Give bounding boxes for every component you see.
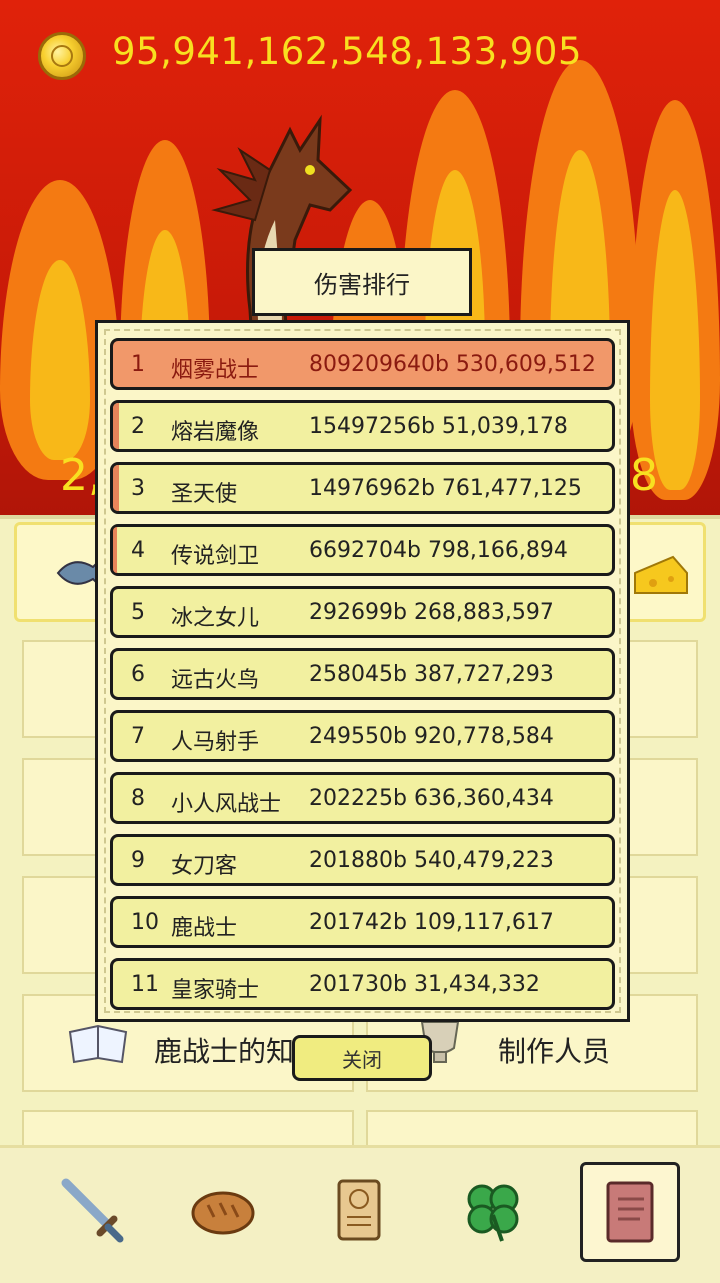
credits-label: 制作人员: [498, 1035, 611, 1068]
row-rank: 1: [131, 352, 145, 377]
row-name: 传说剑卫: [171, 544, 260, 569]
ranking-row[interactable]: 7 人马射手 249550b 920,778,584: [110, 710, 615, 762]
row-rank: 2: [131, 414, 145, 439]
background-number-right: 8: [630, 450, 658, 501]
open-book-icon: [68, 1024, 128, 1064]
row-damage: 201742b 109,117,617: [309, 910, 554, 935]
row-rank: 4: [131, 538, 145, 563]
row-damage: 249550b 920,778,584: [309, 724, 554, 749]
row-name: 女刀客: [171, 854, 238, 879]
row-damage: 201880b 540,479,223: [309, 848, 554, 873]
menu-tile-3[interactable]: [22, 758, 102, 856]
ranking-row[interactable]: 2 熔岩魔像 15497256b 51,039,178: [110, 400, 615, 452]
row-name: 远古火鸟: [171, 668, 260, 693]
ranking-row[interactable]: 5 冰之女儿 292699b 268,883,597: [110, 586, 615, 638]
row-rank: 8: [131, 786, 145, 811]
row-name: 小人风战士: [171, 792, 282, 817]
row-rank: 7: [131, 724, 145, 749]
close-button[interactable]: 关闭: [292, 1035, 432, 1081]
dialog-title: 伤害排行: [252, 248, 472, 316]
row-damage: 809209640b 530,609,512: [309, 352, 596, 377]
sword-icon: [61, 1178, 124, 1243]
menu-tile-4[interactable]: [628, 758, 698, 856]
row-rank: 11: [131, 972, 159, 997]
row-name: 人马射手: [171, 730, 260, 755]
row-rank: 5: [131, 600, 145, 625]
menu-tile-8[interactable]: [366, 1110, 698, 1150]
book-icon: [606, 1181, 654, 1243]
menu-tile-7[interactable]: [22, 1110, 354, 1150]
row-progress-bar: [113, 527, 117, 573]
row-name: 冰之女儿: [171, 606, 260, 631]
row-progress-bar: [113, 465, 119, 511]
row-name: 皇家骑士: [171, 978, 260, 1003]
ranking-row[interactable]: 11 皇家骑士 201730b 31,434,332: [110, 958, 615, 1010]
cheese-icon: [634, 555, 688, 594]
row-name: 圣天使: [171, 482, 238, 507]
nav-clover-button[interactable]: [448, 1165, 538, 1255]
row-damage: 202225b 636,360,434: [309, 786, 554, 811]
row-name: 鹿战士: [171, 916, 238, 941]
ranking-row[interactable]: 4 传说剑卫 6692704b 798,166,894: [110, 524, 615, 576]
ranking-row[interactable]: 6 远古火鸟 258045b 387,727,293: [110, 648, 615, 700]
ranking-row[interactable]: 1 烟雾战士 809209640b 530,609,512: [110, 338, 615, 390]
row-rank: 10: [131, 910, 159, 935]
ranking-row[interactable]: 9 女刀客 201880b 540,479,223: [110, 834, 615, 886]
coin-amount: 95,941,162,548,133,905: [112, 30, 582, 73]
row-rank: 3: [131, 476, 145, 501]
clover-icon: [467, 1184, 519, 1242]
row-name: 烟雾战士: [171, 358, 260, 383]
nav-book-button[interactable]: [580, 1162, 680, 1262]
gold-coin-icon: [38, 32, 86, 80]
row-damage: 292699b 268,883,597: [309, 600, 554, 625]
row-rank: 9: [131, 848, 145, 873]
ranking-row[interactable]: 8 小人风战士 202225b 636,360,434: [110, 772, 615, 824]
row-name: 熔岩魔像: [171, 420, 260, 445]
menu-tile-5[interactable]: [22, 876, 102, 974]
menu-tile-2[interactable]: [628, 640, 698, 738]
menu-tile-6[interactable]: [628, 876, 698, 974]
row-progress-bar: [113, 403, 119, 449]
nav-scroll-button[interactable]: [315, 1165, 405, 1255]
row-damage: 14976962b 761,477,125: [309, 476, 582, 501]
nav-bread-button[interactable]: [178, 1165, 268, 1255]
row-damage: 258045b 387,727,293: [309, 662, 554, 687]
row-damage: 201730b 31,434,332: [309, 972, 540, 997]
scroll-icon: [337, 1179, 381, 1241]
menu-tile-1[interactable]: [22, 640, 102, 738]
row-damage: 15497256b 51,039,178: [309, 414, 568, 439]
row-damage: 6692704b 798,166,894: [309, 538, 568, 563]
bread-icon: [191, 1191, 255, 1235]
ranking-row[interactable]: 10 鹿战士 201742b 109,117,617: [110, 896, 615, 948]
ranking-row[interactable]: 3 圣天使 14976962b 761,477,125: [110, 462, 615, 514]
row-rank: 6: [131, 662, 145, 687]
nav-sword-button[interactable]: [46, 1165, 136, 1255]
